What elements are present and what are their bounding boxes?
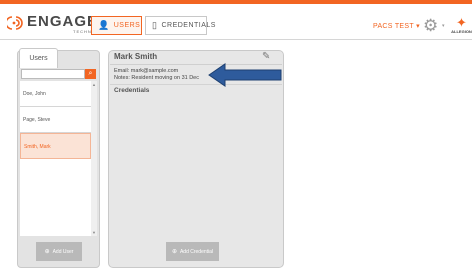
tab-credentials-label: CREDENTIALS	[161, 22, 216, 29]
allegion-mark-icon: ✦	[456, 15, 467, 30]
tab-users[interactable]: 👤 USERS	[91, 16, 142, 35]
chevron-down-icon: ▾	[416, 23, 420, 30]
users-panel-tab[interactable]: Users	[19, 48, 58, 68]
credentials-heading: Credentials	[114, 87, 150, 94]
user-name-heading: Mark Smith	[114, 52, 158, 61]
user-email: Email: mark@sample.com	[114, 68, 179, 74]
card-icon: ▯	[152, 20, 158, 30]
list-item[interactable]: Doe, John	[20, 81, 91, 107]
top-bar: ENGAGE TECHNOLOGY 👤 USERS ▯ CREDENTIALS …	[0, 0, 472, 40]
search-icon[interactable]: ⌕	[85, 69, 96, 79]
add-credential-button[interactable]: ⊕ Add Credential	[166, 242, 219, 261]
search-input[interactable]	[21, 69, 85, 79]
user-list: Doe, John Page, Steve Smith, Mark	[20, 81, 91, 236]
site-selector[interactable]: PACS TEST ▾	[373, 22, 420, 30]
scroll-up-icon[interactable]: ▲	[92, 82, 96, 87]
scroll-down-icon[interactable]: ▼	[92, 230, 96, 235]
user-list-scrollbar[interactable]: ▲ ▼	[91, 81, 97, 236]
user-search: ⌕	[21, 69, 96, 79]
settings-chevron-down-icon[interactable]: ▾	[442, 23, 445, 29]
site-name: PACS TEST	[373, 23, 414, 30]
list-item[interactable]: Page, Steve	[20, 107, 91, 133]
plus-icon: ⊕	[44, 249, 50, 255]
add-credential-label: Add Credential	[179, 248, 214, 255]
user-notes: Notes: Resident moving on 31 Dec	[114, 75, 199, 81]
edit-icon[interactable]: ✎	[262, 51, 273, 62]
user-icon: 👤	[98, 20, 110, 30]
annotation-arrow-icon	[208, 63, 282, 87]
allegion-logo: ✦ ALLEGION	[451, 16, 472, 34]
tab-credentials[interactable]: ▯ CREDENTIALS	[145, 16, 215, 35]
list-item-selected[interactable]: Smith, Mark	[20, 133, 91, 159]
add-user-label: Add User	[52, 248, 74, 255]
plus-icon: ⊕	[171, 249, 177, 255]
allegion-label: ALLEGION	[451, 29, 472, 34]
tab-users-label: USERS	[113, 22, 141, 29]
add-user-button[interactable]: ⊕ Add User	[36, 242, 82, 261]
engage-signal-icon	[7, 16, 23, 30]
gear-icon[interactable]: ⚙	[423, 17, 438, 34]
